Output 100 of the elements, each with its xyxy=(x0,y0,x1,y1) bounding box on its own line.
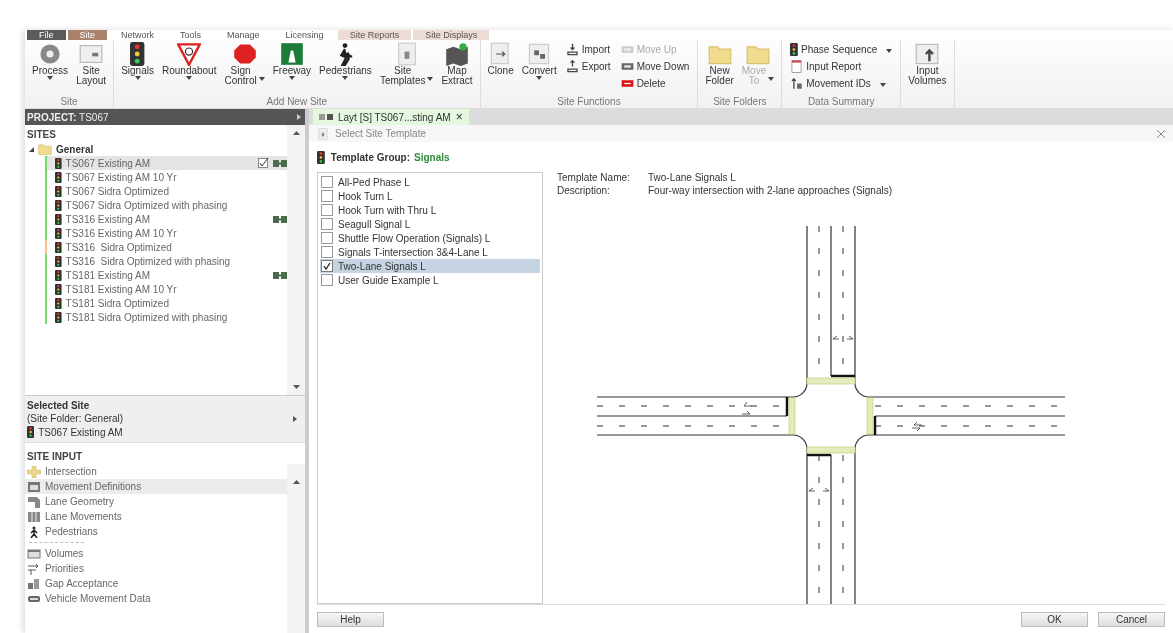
scroll-up-icon[interactable] xyxy=(292,131,300,135)
detail-value: Four-way intersection with 2-lane approaches (Signals) xyxy=(648,185,893,196)
checkbox-icon[interactable] xyxy=(258,158,269,168)
checkbox[interactable] xyxy=(321,232,333,244)
close-tab-button[interactable]: × xyxy=(455,110,463,124)
ok-button[interactable]: OK xyxy=(1021,611,1088,627)
layout-icon xyxy=(79,42,104,66)
site-input-item[interactable]: Lane Movements xyxy=(25,509,287,524)
ribbon-button[interactable]: Clone xyxy=(484,42,517,76)
menu-tab[interactable]: Site Displays xyxy=(413,30,490,40)
ribbon-button[interactable]: Input Report xyxy=(790,59,893,74)
priorities-icon xyxy=(27,562,41,575)
ribbon-button[interactable]: Input Volumes xyxy=(905,42,950,86)
ribbon-button[interactable]: Sign Control xyxy=(221,42,268,86)
ribbon-button[interactable]: Move Down xyxy=(620,59,690,74)
ribbon-button[interactable]: Delete xyxy=(620,76,690,91)
ribbon-button[interactable]: Signals xyxy=(118,42,157,80)
checkbox[interactable] xyxy=(321,176,333,188)
ribbon-button[interactable]: Freeway xyxy=(269,42,315,80)
scroll-up-icon[interactable] xyxy=(292,480,300,484)
menu-tab[interactable]: Tools xyxy=(168,30,214,40)
ribbon-button[interactable]: Export xyxy=(565,59,611,74)
site-item[interactable]: TS316 Sidra Optimized xyxy=(45,240,287,254)
site-item[interactable]: TS181 Sidra Optimized xyxy=(45,296,287,310)
site-item[interactable]: TS067 Sidra Optimized with phasing xyxy=(45,198,287,212)
template-item[interactable]: Hook Turn with Thru L xyxy=(320,203,540,217)
move-up-icon xyxy=(620,43,634,56)
freeway-sign-icon xyxy=(279,42,304,66)
site-item[interactable]: TS181 Existing AM xyxy=(45,268,287,282)
checkbox[interactable] xyxy=(321,274,333,286)
site-input-item[interactable]: Gap Acceptance xyxy=(25,576,287,591)
menu-tab[interactable]: Network xyxy=(109,30,167,40)
ribbon-button[interactable]: Site Layout xyxy=(73,42,110,86)
folder-name[interactable]: General xyxy=(56,143,94,155)
template-item[interactable]: Signals T-intersection 3&4-Lane L xyxy=(320,245,540,259)
selected-site-name: TS067 Existing AM xyxy=(38,426,123,438)
site-item[interactable]: TS316 Existing AM xyxy=(45,212,287,226)
checkbox[interactable] xyxy=(321,260,333,272)
site-input-item[interactable]: Priorities xyxy=(25,561,287,576)
template-group-label: Template Group: xyxy=(330,151,411,163)
help-button[interactable]: Help xyxy=(317,611,384,627)
checkbox[interactable] xyxy=(321,246,333,258)
expand-arrow-icon[interactable] xyxy=(293,416,297,422)
traffic-light-icon xyxy=(55,227,62,239)
traffic-light-icon xyxy=(130,42,145,66)
site-item[interactable]: TS067 Sidra Optimized xyxy=(45,184,287,198)
menu-tab[interactable]: Licensing xyxy=(273,30,336,40)
ribbon-button[interactable]: Roundabout xyxy=(158,42,220,80)
site-input-item[interactable]: Intersection xyxy=(25,464,287,479)
volumes-icon xyxy=(27,547,41,560)
template-item[interactable]: All-Ped Phase L xyxy=(320,175,540,189)
site-input-item[interactable]: Pedestrians xyxy=(25,524,287,539)
expanded-icon[interactable] xyxy=(29,146,34,152)
site-input-item[interactable]: Volumes xyxy=(25,546,287,561)
detail-value: Two-Lane Signals L xyxy=(648,172,737,183)
traffic-light-icon xyxy=(55,269,62,281)
site-item[interactable]: TS181 Existing AM 10 Yr xyxy=(45,282,287,296)
menu-tab[interactable]: File xyxy=(27,30,66,40)
ribbon-button[interactable]: Pedestrians xyxy=(316,42,375,80)
project-name: TS067 xyxy=(79,111,109,123)
site-item[interactable]: TS316 Existing AM 10 Yr xyxy=(45,226,287,240)
ribbon-button[interactable]: Convert xyxy=(518,42,560,80)
site-input-item[interactable]: Vehicle Movement Data xyxy=(25,591,287,606)
ribbon-button[interactable]: Movement IDs xyxy=(790,76,893,91)
sites-heading: SITES xyxy=(26,128,57,142)
menu-tab[interactable]: Site Reports xyxy=(337,30,412,40)
move-down-icon xyxy=(620,60,634,73)
site-item[interactable]: TS067 Existing AM 10 Yr xyxy=(45,170,287,184)
cancel-button[interactable]: Cancel xyxy=(1098,611,1165,627)
menu-tab[interactable]: Manage xyxy=(215,30,272,40)
ribbon-button[interactable]: Import xyxy=(565,42,611,57)
template-item[interactable]: Two-Lane Signals L xyxy=(320,259,540,273)
site-input-item[interactable]: Lane Geometry xyxy=(25,494,287,509)
checkbox[interactable] xyxy=(321,218,333,230)
ribbon-button[interactable]: Site Templates xyxy=(376,42,437,86)
checkbox[interactable] xyxy=(321,204,333,216)
site-input-heading: SITE INPUT xyxy=(26,450,83,464)
ribbon-button[interactable]: Phase Sequence xyxy=(790,42,893,57)
template-item[interactable]: Seagull Signal L xyxy=(320,217,540,231)
ribbon-button[interactable]: Process xyxy=(29,42,72,80)
import-icon xyxy=(565,43,579,56)
template-item[interactable]: User Guide Example L xyxy=(320,273,540,287)
intersection-icon xyxy=(27,465,41,478)
close-icon[interactable] xyxy=(1157,129,1165,138)
ribbon-button[interactable]: New Folder xyxy=(702,42,737,86)
ribbon-button[interactable]: Map Extract xyxy=(438,42,476,86)
template-item[interactable]: Hook Turn L xyxy=(320,189,540,203)
group-label: Site Folders xyxy=(713,96,767,107)
site-item[interactable]: TS181 Sidra Optimized with phasing xyxy=(45,310,287,324)
scroll-down-icon[interactable] xyxy=(292,385,300,389)
traffic-light-icon xyxy=(55,157,62,169)
gap-acceptance-icon xyxy=(27,577,41,590)
document-tab[interactable]: Layt [S] TS067...sting AM × xyxy=(313,109,469,125)
site-item[interactable]: TS067 Existing AM xyxy=(45,156,287,170)
expand-arrow-icon[interactable] xyxy=(297,114,301,120)
report-icon xyxy=(790,60,804,73)
template-item[interactable]: Shuttle Flow Operation (Signals) L xyxy=(320,231,540,245)
site-input-item[interactable]: Movement Definitions xyxy=(25,479,287,494)
checkbox[interactable] xyxy=(321,190,333,202)
site-item[interactable]: TS316 Sidra Optimized with phasing xyxy=(45,254,287,268)
